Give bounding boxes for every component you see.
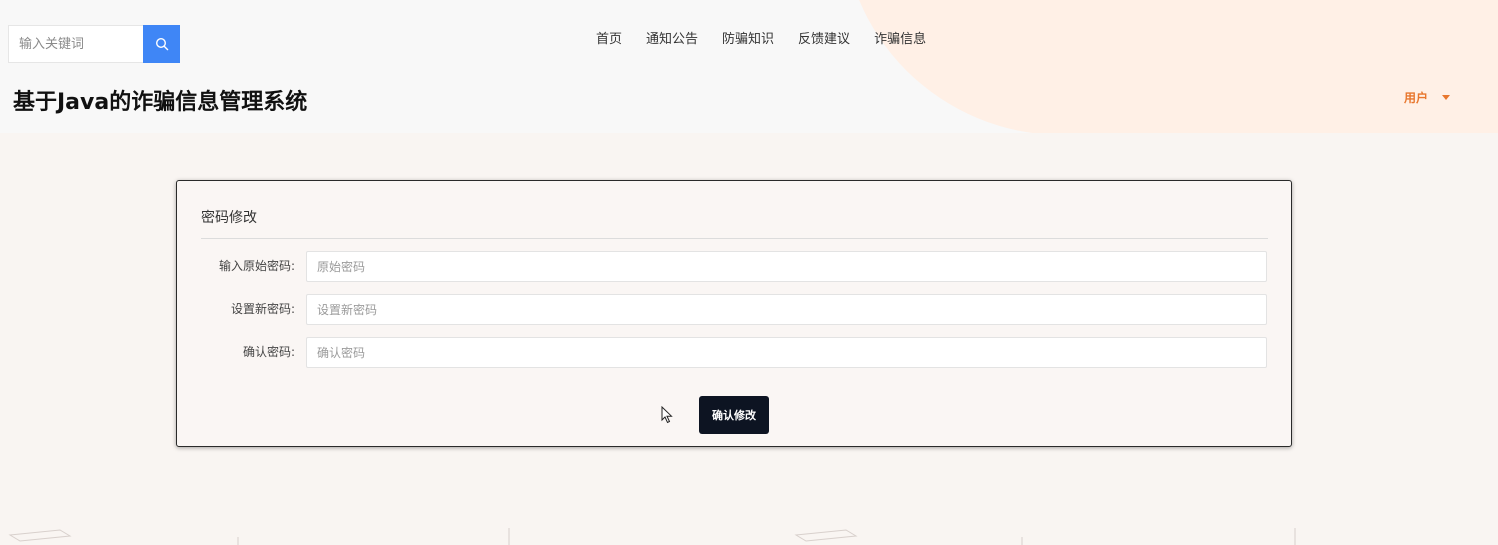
confirm-password-label: 确认密码: (242, 345, 295, 359)
page: 首页 通知公告 防骗知识 反馈建议 诈骗信息 基于Java的诈骗信息管理系统 用… (0, 0, 1498, 545)
nav-item-fraud-info[interactable]: 诈骗信息 (862, 30, 938, 50)
confirm-change-button[interactable]: 确认修改 (699, 396, 769, 434)
search-input[interactable] (9, 26, 143, 62)
site-title: 基于Java的诈骗信息管理系统 (13, 90, 308, 115)
header: 首页 通知公告 防骗知识 反馈建议 诈骗信息 基于Java的诈骗信息管理系统 用… (0, 0, 1498, 133)
search-box (8, 25, 180, 63)
user-menu[interactable]: 用户 (1404, 89, 1451, 106)
user-menu-label: 用户 (1404, 91, 1429, 105)
form-row-new-password: 设置新密码: (177, 294, 1293, 325)
card-divider (201, 238, 1268, 239)
nav-item-feedback[interactable]: 反馈建议 (786, 30, 862, 50)
old-password-label: 输入原始密码: (218, 259, 295, 273)
nav-item-notices[interactable]: 通知公告 (634, 30, 710, 50)
bottom-decoration (8, 528, 1296, 545)
mouse-cursor-icon (661, 406, 673, 424)
new-password-label: 设置新密码: (230, 302, 295, 316)
nav-item-fraud-prevention[interactable]: 防骗知识 (710, 30, 786, 50)
form-row-old-password: 输入原始密码: (177, 251, 1293, 282)
form-row-confirm-password: 确认密码: (177, 337, 1293, 368)
old-password-input[interactable] (306, 251, 1267, 282)
new-password-input[interactable] (306, 294, 1267, 325)
search-icon (155, 37, 168, 51)
search-button[interactable] (143, 25, 180, 63)
nav-item-home[interactable]: 首页 (584, 30, 634, 50)
header-decoration (842, 0, 1498, 133)
caret-down-icon (1442, 95, 1451, 100)
password-change-card: 密码修改 输入原始密码: 设置新密码: 确认密码: 确认修改 (176, 180, 1292, 447)
card-title: 密码修改 (201, 210, 257, 226)
confirm-password-input[interactable] (306, 337, 1267, 368)
main-nav: 首页 通知公告 防骗知识 反馈建议 诈骗信息 (584, 30, 938, 50)
